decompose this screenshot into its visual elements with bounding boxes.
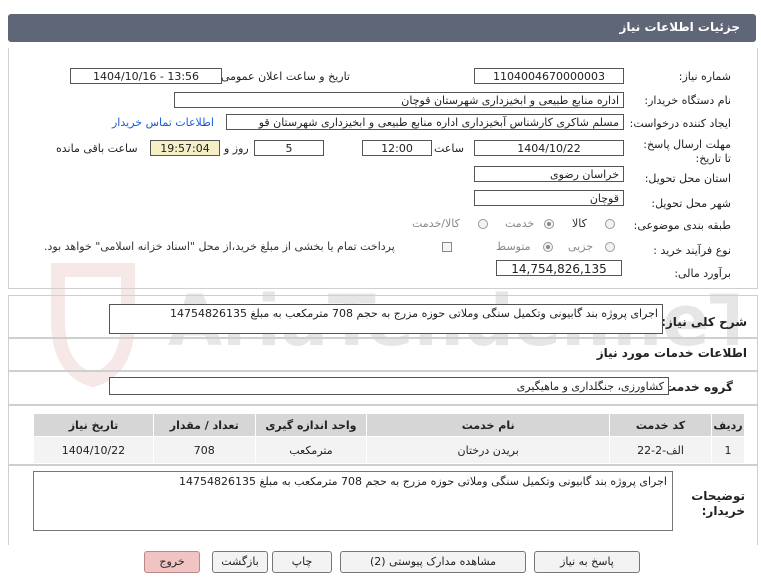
process-option-minor: جزیی xyxy=(568,240,594,253)
announce-datetime-field: 1404/10/16 - 13:56 xyxy=(70,68,222,84)
buyer-notes-section: توضیحات خریدار: اجرای پروژه بند گابیونی … xyxy=(8,464,758,545)
services-table: ردیف کد خدمت نام خدمت واحد اندازه گیری ت… xyxy=(33,413,745,464)
exit-button[interactable]: خروج xyxy=(144,551,200,573)
cell-row-number: 1 xyxy=(711,436,745,464)
process-radio-minor[interactable] xyxy=(605,242,615,252)
category-radio-goods-service[interactable] xyxy=(478,219,488,229)
buyer-notes-textarea[interactable]: اجرای پروژه بند گابیونی وتکمیل سنگی وملا… xyxy=(33,471,673,531)
category-option-service: خدمت xyxy=(505,217,535,230)
cell-service-code: الف-2-22 xyxy=(609,436,713,464)
deadline-time-label: ساعت xyxy=(434,142,464,155)
deadline-date-field: 1404/10/22 xyxy=(474,140,624,156)
service-group-field: کشاورزی، جنگلداری و ماهیگیری xyxy=(109,377,669,395)
table-row: 1 الف-2-22 بریدن درختان مترمکعب 708 1404… xyxy=(33,436,745,464)
category-radio-goods[interactable] xyxy=(605,219,615,229)
page-title: جزئیات اطلاعات نیاز xyxy=(619,20,740,34)
col-header-service-code: کد خدمت xyxy=(609,413,713,437)
category-option-goods: کالا xyxy=(572,217,587,230)
buyer-org-field: اداره منابع طبیعی و ابخیزداری شهرستان قو… xyxy=(174,92,624,108)
category-label: طبقه بندی موضوعی: xyxy=(633,219,731,232)
deadline-label: مهلت ارسال پاسخ: تا تاریخ: xyxy=(643,138,731,165)
service-group-label: گروه خدمت: xyxy=(659,380,733,394)
process-option-medium: متوسط xyxy=(496,240,531,253)
category-option-goods-service: کالا/خدمت xyxy=(412,217,460,230)
buyer-contact-link[interactable]: اطلاعات تماس خریدار xyxy=(112,116,214,129)
process-radio-medium[interactable] xyxy=(543,242,553,252)
cell-unit: مترمکعب xyxy=(254,436,368,464)
province-label: استان محل تحویل: xyxy=(644,172,731,185)
estimate-field: 14,754,826,135 xyxy=(496,260,622,276)
services-title: اطلاعات خدمات مورد نیاز xyxy=(596,346,747,360)
deadline-time-field: 12:00 xyxy=(362,140,432,156)
reply-button[interactable]: پاسخ به نیاز xyxy=(534,551,640,573)
city-label: شهر محل تحویل: xyxy=(651,197,731,210)
buyer-org-label: نام دستگاه خریدار: xyxy=(644,94,731,107)
col-header-need-date: تاریخ نیاز xyxy=(33,413,154,437)
deadline-days-field: 5 xyxy=(254,140,324,156)
table-header-row: ردیف کد خدمت نام خدمت واحد اندازه گیری ت… xyxy=(33,413,745,437)
category-radio-service[interactable] xyxy=(544,219,554,229)
buyer-notes-label: توضیحات خریدار: xyxy=(691,489,745,518)
treasury-payment-note: پرداخت تمام یا بخشی از مبلغ خرید،از محل … xyxy=(44,240,395,253)
services-title-section: اطلاعات خدمات مورد نیاز xyxy=(8,337,758,372)
cell-quantity: 708 xyxy=(152,436,256,464)
col-header-service-name: نام خدمت xyxy=(366,413,611,437)
deadline-days-label: روز و xyxy=(224,142,249,155)
summary-label: شرح کلی نیاز: xyxy=(661,315,747,329)
summary-textarea[interactable]: اجرای پروژه بند گابیونی وتکمیل سنگی وملا… xyxy=(109,304,663,334)
city-field: قوچان xyxy=(474,190,624,206)
need-number-field: 1104004670000003 xyxy=(474,68,624,84)
remaining-time-field: 19:57:04 xyxy=(150,140,220,156)
services-table-section: ردیف کد خدمت نام خدمت واحد اندازه گیری ت… xyxy=(8,404,758,466)
page-header: جزئیات اطلاعات نیاز xyxy=(8,14,756,42)
print-button[interactable]: چاپ xyxy=(272,551,332,573)
province-field: خراسان رضوی xyxy=(474,166,624,182)
remaining-time-label: ساعت باقی مانده xyxy=(56,142,138,155)
cell-need-date: 1404/10/22 xyxy=(33,436,154,464)
estimate-label: برآورد مالی: xyxy=(674,267,731,280)
summary-section: شرح کلی نیاز: اجرای پروژه بند گابیونی وت… xyxy=(8,295,758,339)
services-table-wrap: ردیف کد خدمت نام خدمت واحد اندازه گیری ت… xyxy=(33,413,745,464)
cell-service-name: بریدن درختان xyxy=(366,436,611,464)
service-group-section: گروه خدمت: کشاورزی، جنگلداری و ماهیگیری xyxy=(8,370,758,406)
col-header-quantity: تعداد / مقدار xyxy=(152,413,256,437)
col-header-row-number: ردیف xyxy=(711,413,745,437)
requester-label: ایجاد کننده درخواست: xyxy=(629,117,731,130)
back-button[interactable]: بازگشت xyxy=(212,551,268,573)
requester-field: مسلم شاکری کارشناس آبخیزداری اداره منابع… xyxy=(226,114,624,130)
process-type-label: نوع فرآیند خرید : xyxy=(653,244,731,257)
col-header-unit: واحد اندازه گیری xyxy=(254,413,368,437)
need-number-label: شماره نیاز: xyxy=(678,70,731,83)
announce-datetime-label: تاریخ و ساعت اعلان عمومی: xyxy=(217,70,350,83)
attachments-button[interactable]: مشاهده مدارک پیوستی (2) xyxy=(340,551,526,573)
treasury-checkbox[interactable] xyxy=(442,242,452,252)
